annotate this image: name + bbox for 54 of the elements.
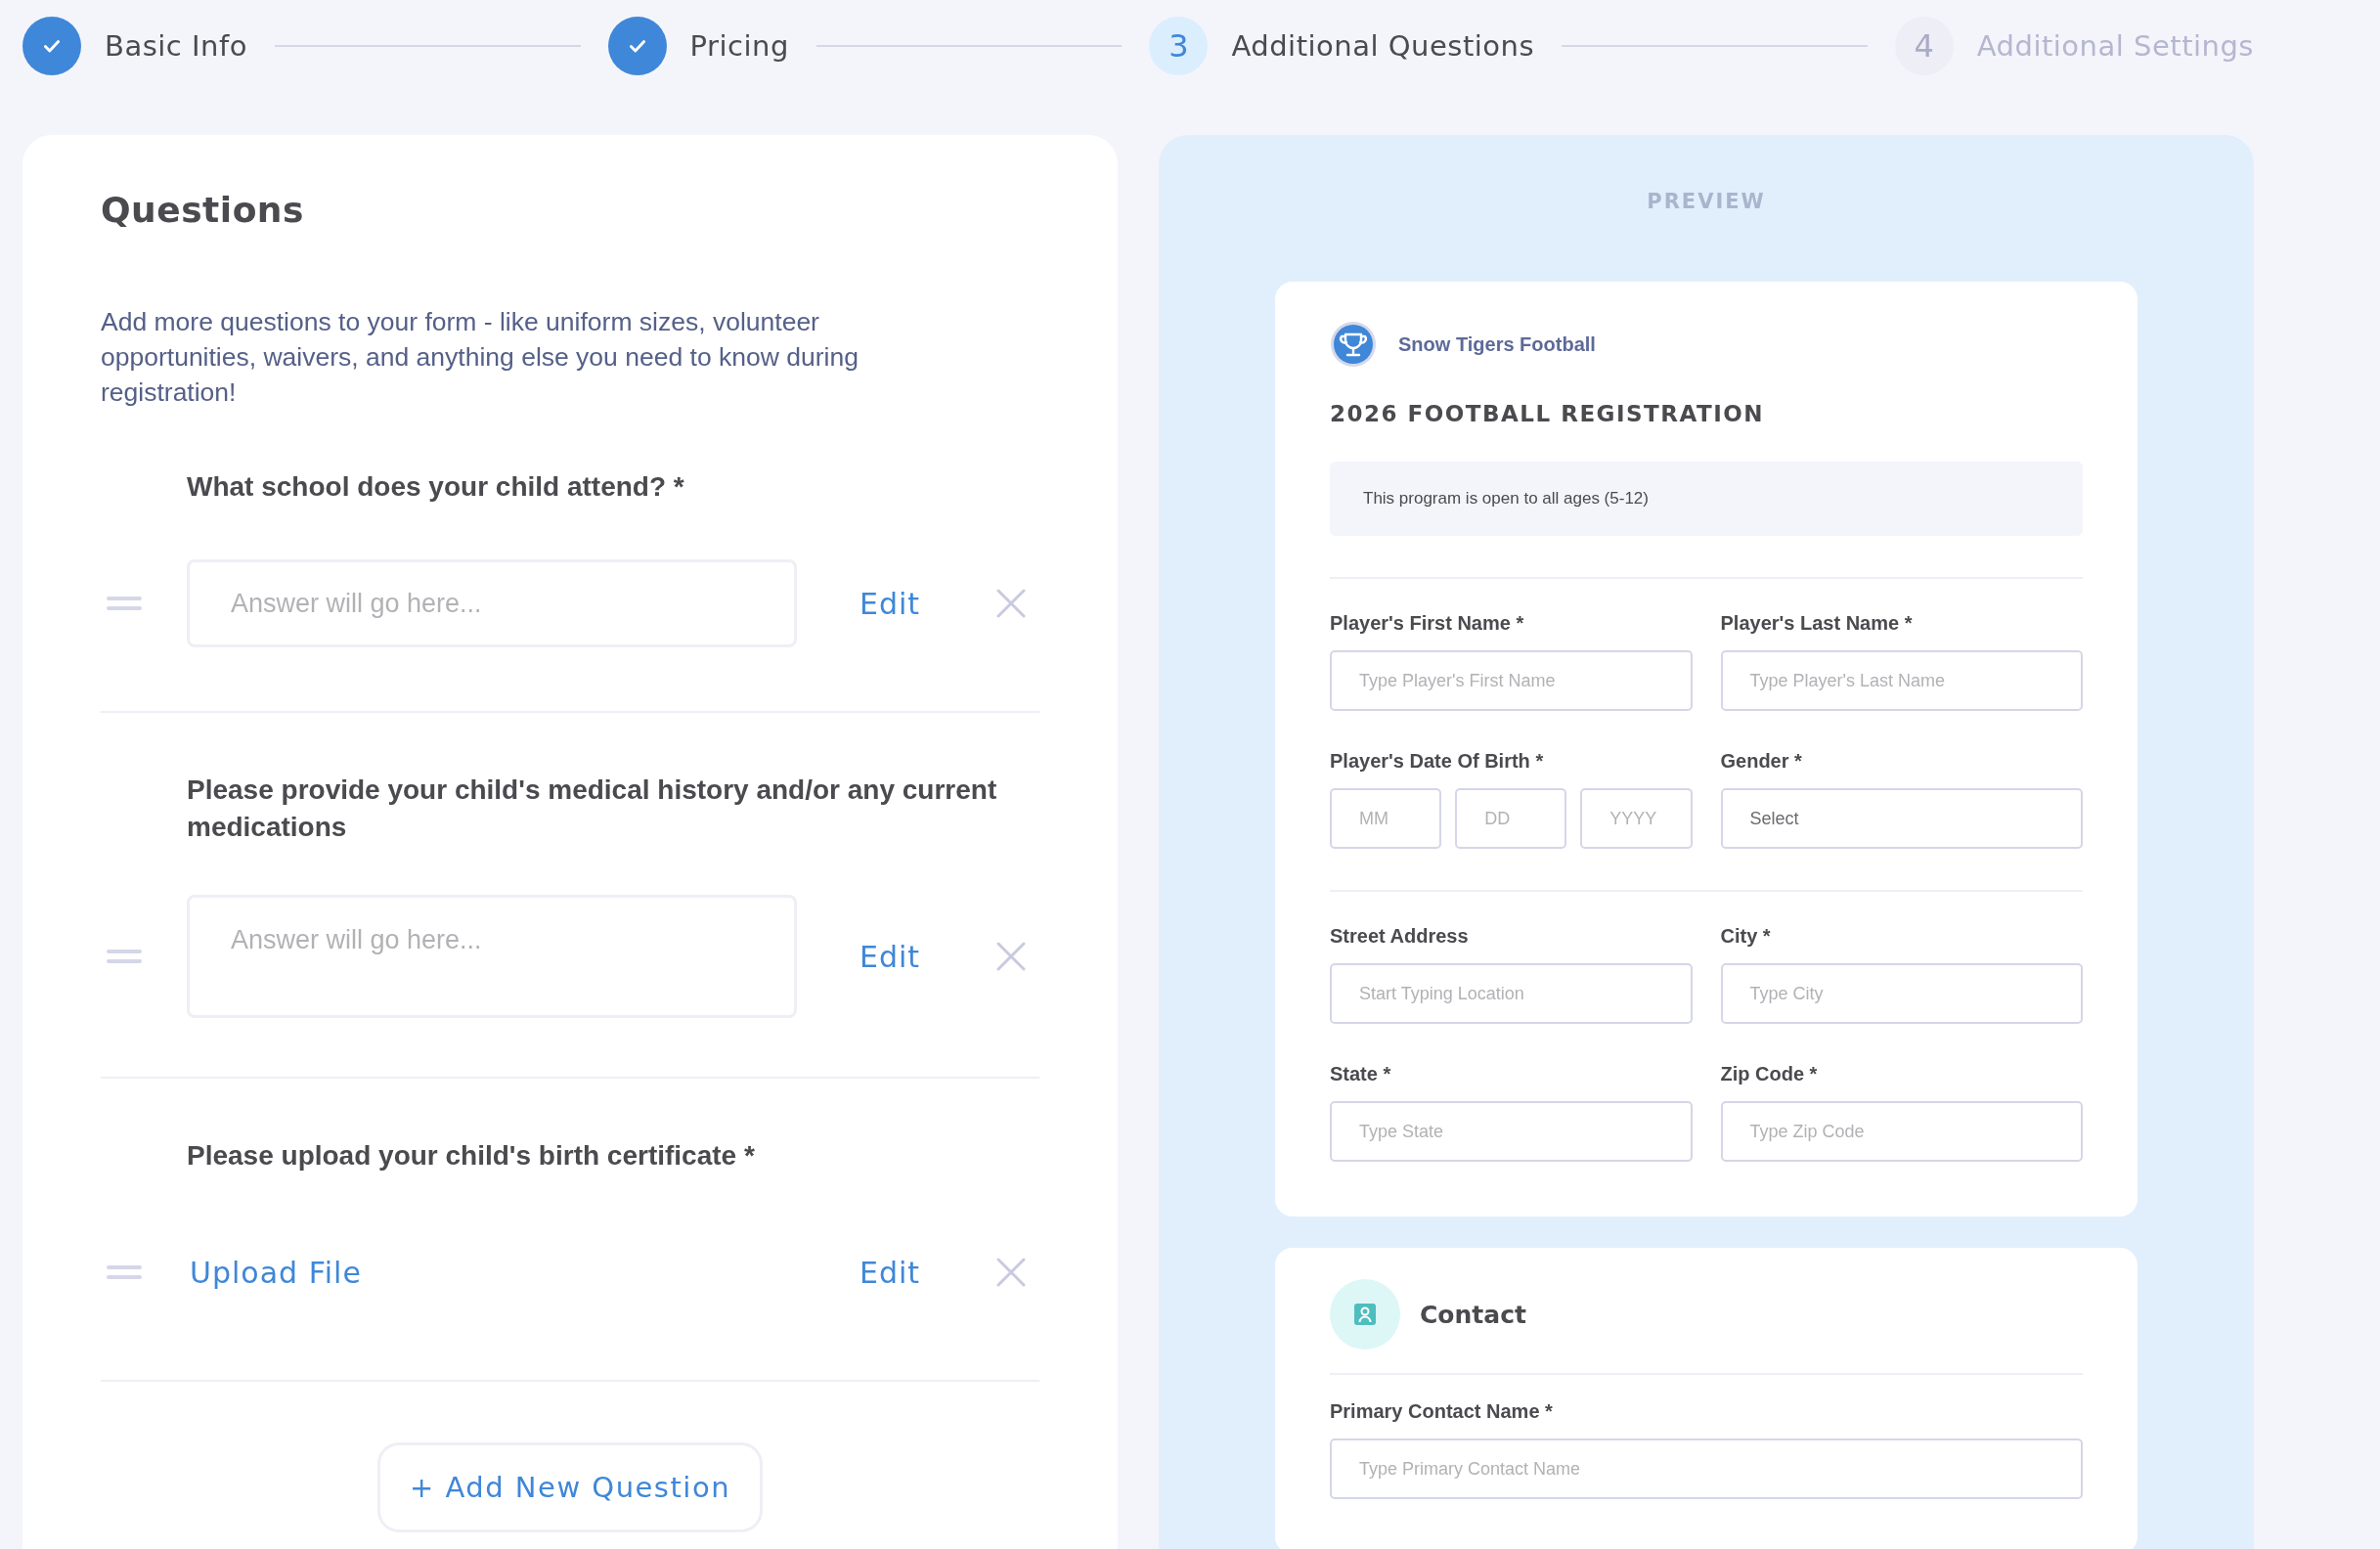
step-indicator[interactable]: 3 xyxy=(1149,17,1209,75)
edit-link[interactable]: Edit xyxy=(859,586,921,621)
field-label: Player's Date Of Birth * xyxy=(1330,750,1545,773)
question-label: What school does your child attend? * xyxy=(187,470,685,504)
upload-file-link[interactable]: Upload File xyxy=(190,1255,362,1290)
step-number: 3 xyxy=(1168,27,1189,65)
drag-handle-icon[interactable] xyxy=(107,1265,142,1279)
drag-handle-icon[interactable] xyxy=(107,950,142,963)
contact-icon xyxy=(1330,1279,1400,1350)
preview-heading: PREVIEW xyxy=(1646,190,1767,213)
text-field[interactable]: Type Player's Last Name xyxy=(1720,650,2083,711)
step-indicator[interactable] xyxy=(22,17,81,75)
text-field[interactable]: Start Typing Location xyxy=(1330,963,1693,1024)
date-part-field[interactable]: MM xyxy=(1330,788,1442,849)
select-field[interactable]: Select xyxy=(1720,788,2083,849)
answer-field[interactable]: Answer will go here... xyxy=(187,559,797,647)
form-title: 2026 FOOTBALL REGISTRATION xyxy=(1330,401,1766,426)
question-label: Please provide your child's medical history and/or any current medications xyxy=(187,774,998,844)
close-icon[interactable] xyxy=(996,1258,1026,1287)
question-label: Please upload your child's birth certificate * xyxy=(187,1139,756,1173)
field-label: Player's Last Name * xyxy=(1720,612,1914,635)
text-field[interactable]: Type Zip Code xyxy=(1720,1101,2083,1162)
panel-title: Questions xyxy=(101,190,305,230)
text-field[interactable]: Type Primary Contact Name xyxy=(1330,1438,2083,1499)
close-icon[interactable] xyxy=(996,942,1026,971)
edit-link[interactable]: Edit xyxy=(859,1255,921,1290)
section-title: Contact xyxy=(1420,1300,1526,1329)
text-field[interactable]: Type Player's First Name xyxy=(1330,650,1693,711)
drag-handle-icon[interactable] xyxy=(107,597,142,610)
step-label[interactable]: Pricing xyxy=(689,29,789,63)
field-label: Player's First Name * xyxy=(1330,612,1525,635)
date-part-field[interactable]: DD xyxy=(1455,788,1567,849)
field-label: Zip Code * xyxy=(1720,1063,1819,1085)
field-label: City * xyxy=(1720,925,1772,948)
organization-name: Snow Tigers Football xyxy=(1398,332,1596,356)
date-part-field[interactable]: YYYY xyxy=(1580,788,1693,849)
panel-description: Add more questions to your form - like uniform sizes, volunteer opportunities, waivers, and anything else you need to know during registration! xyxy=(101,306,859,409)
field-label: Gender * xyxy=(1720,750,1803,773)
step-number: 4 xyxy=(1914,27,1934,65)
step-label[interactable]: Additional Settings xyxy=(1976,29,2254,63)
add-question-button[interactable]: + Add New Question xyxy=(376,1442,764,1532)
answer-field[interactable]: Answer will go here... xyxy=(187,895,797,1018)
text-field[interactable]: Type City xyxy=(1720,963,2083,1024)
field-label: Street Address xyxy=(1330,925,1470,948)
close-icon[interactable] xyxy=(996,589,1026,618)
field-label: Primary Contact Name * xyxy=(1330,1400,1554,1423)
edit-link[interactable]: Edit xyxy=(859,939,921,974)
field-label: State * xyxy=(1330,1063,1392,1085)
step-label[interactable]: Additional Questions xyxy=(1231,29,1535,63)
step-indicator[interactable]: 4 xyxy=(1894,17,1954,75)
text-field[interactable]: Type State xyxy=(1330,1101,1693,1162)
trophy-icon xyxy=(1330,321,1377,368)
notice-box: This program is open to all ages (5-12) xyxy=(1330,462,2083,536)
step-label[interactable]: Basic Info xyxy=(105,29,247,63)
